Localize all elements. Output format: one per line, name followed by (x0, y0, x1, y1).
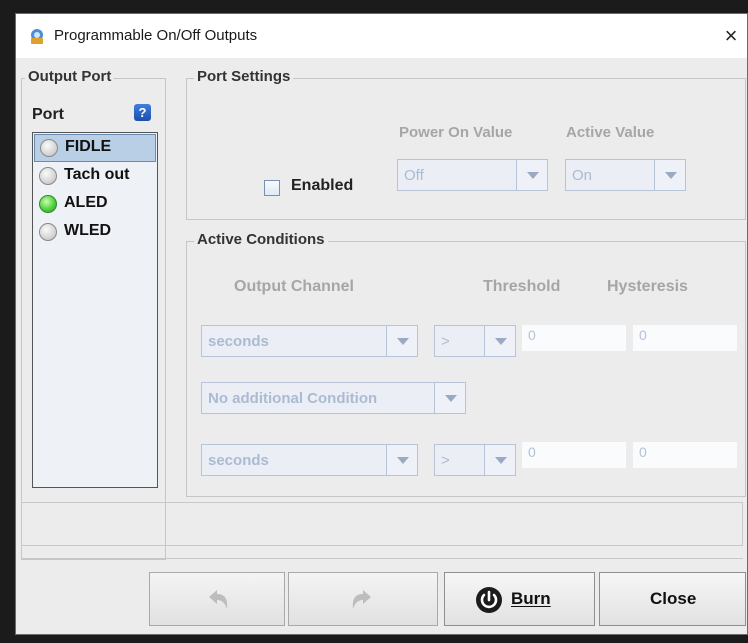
active-value-label: Active Value (566, 124, 655, 141)
threshold-input-2[interactable]: 0 (522, 442, 626, 468)
led-off-icon (39, 167, 57, 185)
chevron-down-icon (654, 160, 685, 190)
status-bar (21, 502, 743, 546)
close-button[interactable]: Close (599, 572, 746, 626)
output-channel-header: Output Channel (234, 278, 354, 295)
window-title: Programmable On/Off Outputs (54, 27, 258, 44)
operator-text: > (441, 452, 450, 469)
port-settings-legend: Port Settings (194, 68, 294, 85)
port-item-tach-out[interactable]: Tach out (34, 163, 156, 191)
power-on-value-select[interactable]: Off (397, 159, 548, 191)
burn-label: Burn (511, 589, 551, 608)
power-on-value-label: Power On Value (399, 124, 513, 141)
output-channel-select-2[interactable]: seconds (201, 444, 418, 476)
hysteresis-header: Hysteresis (607, 278, 688, 295)
close-label: Close (650, 589, 697, 608)
active-value-select[interactable]: On (565, 159, 686, 191)
dialog-window: Programmable On/Off Outputs × Output Por… (15, 13, 748, 635)
led-off-icon (40, 139, 58, 157)
port-item-label: ALED (64, 194, 108, 211)
hysteresis-input-2[interactable]: 0 (633, 442, 737, 468)
chevron-down-icon (484, 326, 515, 356)
chevron-down-icon (386, 326, 417, 356)
port-settings-group: Port Settings (186, 68, 746, 220)
output-channel-text: seconds (208, 333, 269, 350)
enabled-label: Enabled (291, 177, 354, 194)
threshold-input-1[interactable]: 0 (522, 325, 626, 351)
led-on-icon (39, 195, 57, 213)
output-channel-text: seconds (208, 452, 269, 469)
port-item-aled[interactable]: ALED (34, 191, 156, 219)
redo-button[interactable] (288, 572, 438, 626)
help-icon[interactable]: ? (134, 104, 151, 121)
operator-text: > (441, 333, 450, 350)
title-bar: Programmable On/Off Outputs × (16, 14, 747, 58)
led-off-icon (39, 223, 57, 241)
output-channel-select-1[interactable]: seconds (201, 325, 418, 357)
redo-icon (352, 590, 371, 609)
power-on-value-text: Off (404, 167, 424, 184)
chevron-down-icon (484, 445, 515, 475)
port-item-fidle[interactable]: FIDLE (34, 134, 156, 162)
additional-condition-select[interactable]: No additional Condition (201, 382, 466, 414)
operator-select-1[interactable]: > (434, 325, 516, 357)
undo-button[interactable] (149, 572, 285, 626)
additional-condition-text: No additional Condition (208, 390, 378, 407)
hysteresis-input-1[interactable]: 0 (633, 325, 737, 351)
port-label: Port (32, 106, 64, 123)
active-conditions-legend: Active Conditions (194, 231, 328, 248)
output-port-legend: Output Port (25, 68, 115, 85)
port-item-label: WLED (64, 222, 112, 239)
app-icon (31, 29, 43, 44)
threshold-header: Threshold (483, 278, 561, 295)
port-list: FIDLE Tach out ALED WLED (32, 132, 158, 488)
chevron-down-icon (516, 160, 547, 190)
close-window-icon[interactable]: × (717, 22, 745, 50)
enabled-checkbox[interactable] (264, 180, 280, 196)
chevron-down-icon (386, 445, 417, 475)
port-item-label: FIDLE (65, 138, 112, 155)
active-value-text: On (572, 167, 593, 184)
port-item-wled[interactable]: WLED (34, 219, 156, 247)
burn-button[interactable]: Burn (444, 572, 595, 626)
undo-icon (209, 590, 228, 609)
chevron-down-icon (434, 383, 465, 413)
power-icon (476, 587, 502, 613)
port-item-label: Tach out (64, 166, 130, 183)
operator-select-2[interactable]: > (434, 444, 516, 476)
